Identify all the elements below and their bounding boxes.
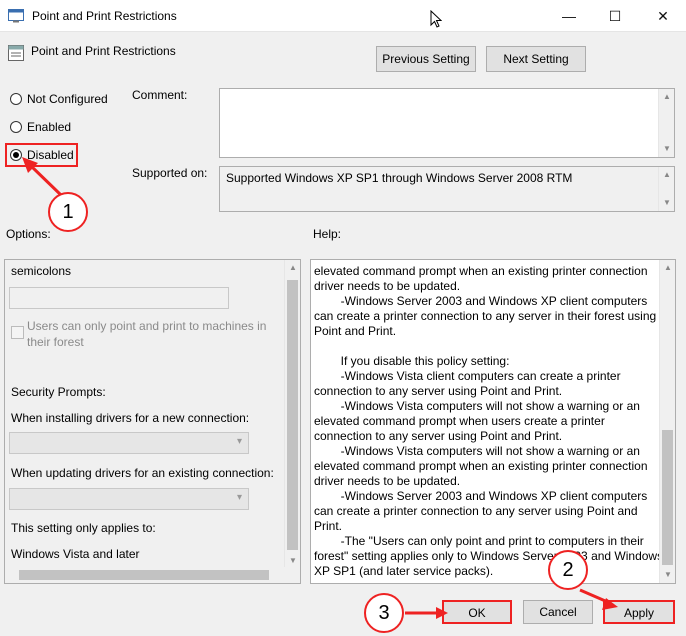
scroll-thumb[interactable]: [287, 280, 298, 550]
help-line: driver needs to be updated.: [314, 279, 461, 293]
cancel-button[interactable]: Cancel: [523, 600, 593, 624]
radio-circle: [10, 121, 22, 133]
help-line: XP SP1 (and later service packs).: [314, 564, 494, 578]
help-line: driver needs to be updated.: [314, 474, 461, 488]
help-line: can create a printer connection to any s…: [314, 309, 657, 323]
supported-on-value: Supported Windows XP SP1 through Windows…: [226, 171, 573, 185]
maximize-button[interactable]: ☐: [592, 0, 638, 32]
supported-scrollbar[interactable]: ▲ ▼: [658, 167, 674, 211]
help-scrollbar[interactable]: ▲ ▼: [659, 260, 675, 583]
help-line: connection to any server using Point and…: [314, 429, 563, 443]
close-button[interactable]: ✕: [640, 0, 686, 32]
chevron-down-icon: ▾: [236, 492, 242, 503]
help-line: connection to any server using Point and…: [314, 384, 563, 398]
highlight-disabled-box: [5, 143, 78, 167]
options-text-input: [9, 287, 229, 309]
scroll-up-icon[interactable]: ▲: [285, 260, 300, 276]
ok-button[interactable]: OK: [442, 600, 512, 624]
help-line: Point and Print.: [314, 324, 397, 338]
mouse-cursor-icon: [430, 10, 442, 28]
previous-setting-button[interactable]: Previous Setting: [376, 46, 476, 72]
arrow-to-disabled: [28, 163, 64, 198]
scroll-up-icon[interactable]: ▲: [659, 89, 675, 105]
radio-not-configured[interactable]: Not Configured: [10, 89, 108, 109]
supported-on-field: Supported Windows XP SP1 through Windows…: [219, 166, 675, 212]
supported-on-label: Supported on:: [132, 166, 208, 180]
options-panel: semicolons Users can only point and prin…: [4, 259, 301, 584]
help-line: -Windows Vista client computers can crea…: [314, 369, 621, 383]
help-line: If you disable this policy setting:: [314, 354, 510, 368]
policy-setting-icon: [8, 45, 24, 61]
radio-label: Enabled: [27, 120, 72, 134]
help-line: forest" setting applies only to Windows …: [314, 549, 664, 563]
scroll-up-icon[interactable]: ▲: [660, 260, 675, 276]
policy-window-icon: [8, 9, 24, 23]
scroll-down-icon[interactable]: ▼: [659, 141, 675, 157]
minimize-button[interactable]: —: [546, 0, 592, 32]
comment-scrollbar[interactable]: ▲ ▼: [658, 89, 674, 157]
scroll-thumb[interactable]: [662, 430, 673, 565]
options-hscrollbar[interactable]: [5, 567, 286, 583]
applies-to-value: Windows Vista and later: [11, 547, 140, 561]
help-line: Print.: [314, 519, 343, 533]
forest-checkbox-label: Users can only point and print to machin…: [27, 319, 267, 349]
annotation-badge-1: 1: [48, 192, 88, 232]
radio-label: Not Configured: [27, 92, 108, 106]
semicolons-text: semicolons: [11, 264, 72, 278]
scroll-down-icon[interactable]: ▼: [660, 567, 675, 583]
help-panel: elevated command prompt when an existing…: [310, 259, 676, 584]
title-bar: Point and Print Restrictions — ☐ ✕: [0, 0, 686, 32]
comment-label: Comment:: [132, 88, 188, 102]
help-line: -Windows Vista computers will not show a…: [314, 444, 640, 458]
setting-title: Point and Print Restrictions: [31, 44, 176, 58]
scroll-down-icon[interactable]: ▼: [659, 195, 675, 211]
annotation-badge-2: 2: [548, 550, 588, 590]
apply-button[interactable]: Apply: [603, 600, 675, 624]
help-line: -Windows Server 2003 and Windows XP clie…: [314, 489, 648, 503]
chevron-down-icon: ▾: [236, 436, 242, 447]
help-line: [314, 339, 660, 354]
help-line: elevated command prompt when an existing…: [314, 264, 648, 278]
updating-drivers-label: When updating drivers for an existing co…: [11, 466, 274, 480]
help-line: elevated command prompt when users creat…: [314, 414, 605, 428]
installing-drivers-label: When installing drivers for a new connec…: [11, 411, 250, 425]
help-line: -Windows Server 2003 and Windows XP clie…: [314, 294, 648, 308]
forest-checkbox: [11, 326, 24, 339]
help-line: elevated command prompt when an existing…: [314, 459, 648, 473]
scroll-up-icon[interactable]: ▲: [659, 167, 675, 183]
window-title: Point and Print Restrictions: [32, 9, 177, 23]
help-text: elevated command prompt when an existing…: [314, 264, 664, 579]
hscroll-thumb[interactable]: [19, 570, 269, 580]
radio-enabled[interactable]: Enabled: [10, 117, 71, 137]
annotation-badge-3: 3: [364, 593, 404, 633]
help-label: Help:: [313, 227, 342, 241]
next-setting-button[interactable]: Next Setting: [486, 46, 586, 72]
updating-drivers-select: ▾: [9, 488, 249, 510]
applies-to-label: This setting only applies to:: [11, 521, 156, 535]
comment-textarea[interactable]: ▲ ▼: [219, 88, 675, 158]
options-label: Options:: [6, 227, 51, 241]
options-scrollbar[interactable]: ▲ ▼: [284, 260, 300, 569]
security-prompts-label: Security Prompts:: [11, 385, 106, 399]
scroll-down-icon[interactable]: ▼: [285, 553, 300, 569]
help-line: -The "Users can only point and print to …: [314, 534, 644, 548]
help-line: -Windows Vista computers will not show a…: [314, 399, 640, 413]
help-line: can create a printer connection to any s…: [314, 504, 638, 518]
radio-circle: [10, 93, 22, 105]
installing-drivers-select: ▾: [9, 432, 249, 454]
